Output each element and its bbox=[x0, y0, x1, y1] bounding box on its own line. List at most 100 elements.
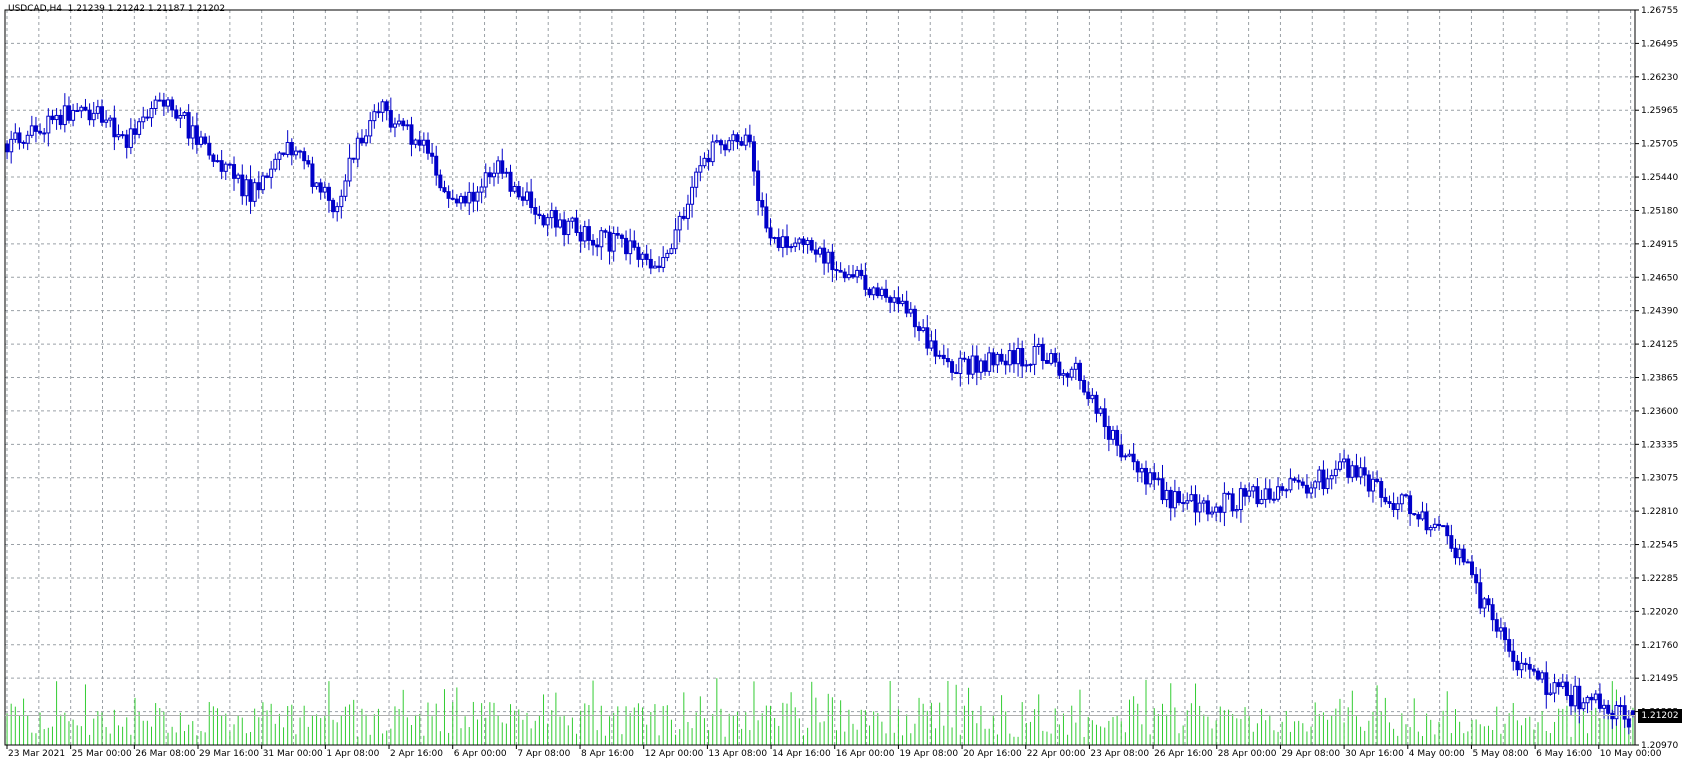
x-tick-label: 14 Apr 16:00 bbox=[772, 749, 831, 759]
candle-body bbox=[1470, 561, 1474, 576]
candle-body bbox=[937, 354, 942, 357]
candle-body bbox=[1267, 488, 1272, 500]
candle-body bbox=[1263, 488, 1268, 500]
candle-body bbox=[392, 123, 397, 128]
candle-body bbox=[1457, 548, 1462, 559]
candle-body bbox=[553, 210, 558, 228]
x-tick-label: 13 Apr 08:00 bbox=[708, 749, 767, 759]
candle-body bbox=[46, 115, 51, 134]
y-tick-label: 1.25440 bbox=[1641, 173, 1678, 183]
candle-body bbox=[1135, 461, 1140, 473]
candle-body bbox=[628, 240, 633, 255]
x-tick-label: 20 Apr 16:00 bbox=[963, 749, 1022, 759]
candle-body bbox=[549, 210, 554, 219]
candle-body bbox=[1011, 350, 1016, 365]
candle-body bbox=[190, 125, 195, 139]
candle-body bbox=[1094, 394, 1099, 414]
candle-body bbox=[1144, 467, 1148, 485]
candle-body bbox=[277, 152, 282, 160]
x-tick-label: 2 Apr 16:00 bbox=[390, 749, 443, 759]
candle-body bbox=[42, 132, 47, 135]
candle-body bbox=[1618, 704, 1623, 707]
candle-body bbox=[545, 217, 550, 226]
candle-body bbox=[256, 182, 261, 191]
current-price-label: 1.21202 bbox=[1638, 708, 1682, 723]
candle-body bbox=[1201, 500, 1206, 504]
candle-body bbox=[211, 154, 216, 162]
candle-body bbox=[1548, 692, 1553, 695]
candle-body bbox=[1028, 363, 1033, 366]
candle-body bbox=[1139, 467, 1144, 473]
candle-body bbox=[281, 152, 286, 155]
y-tick-label: 1.26755 bbox=[1641, 6, 1678, 16]
candle-body bbox=[1271, 498, 1276, 501]
x-tick-label: 19 Apr 08:00 bbox=[899, 749, 958, 759]
candle-body bbox=[58, 114, 63, 126]
candle-body bbox=[751, 141, 756, 172]
candle-body bbox=[813, 249, 818, 255]
candle-body bbox=[714, 140, 719, 143]
candle-body bbox=[941, 354, 946, 360]
candle-body bbox=[900, 300, 905, 305]
candle-body bbox=[248, 179, 253, 202]
candle-body bbox=[640, 253, 645, 260]
candle-body bbox=[1449, 535, 1454, 549]
candle-body bbox=[1024, 364, 1029, 367]
x-tick-label: 12 Apr 00:00 bbox=[645, 749, 704, 759]
candle-body bbox=[1540, 672, 1545, 680]
candle-body bbox=[137, 121, 142, 135]
candle-body bbox=[1593, 693, 1598, 701]
candle-body bbox=[1465, 561, 1470, 564]
candle-body bbox=[17, 132, 22, 143]
candle-body bbox=[838, 269, 843, 273]
candlestick-chart[interactable]: 1.26755 1.26495 1.26230 1.25965 1.25705 1.254… bbox=[0, 0, 1684, 760]
candle-body bbox=[364, 135, 369, 144]
candle-body bbox=[867, 288, 872, 296]
candle-body bbox=[603, 230, 608, 233]
candle-body bbox=[1606, 704, 1611, 714]
candle-body bbox=[1115, 429, 1120, 446]
candle-body bbox=[1412, 513, 1417, 516]
candle-body bbox=[537, 213, 542, 217]
x-tick-label: 23 Apr 08:00 bbox=[1090, 749, 1149, 759]
candle-body bbox=[718, 140, 723, 146]
candle-body bbox=[1441, 525, 1446, 528]
grid-lines bbox=[5, 9, 1635, 746]
candle-body bbox=[1337, 461, 1342, 470]
candle-body bbox=[141, 116, 146, 123]
x-tick-label: 26 Apr 16:00 bbox=[1154, 749, 1213, 759]
candle-body bbox=[921, 327, 926, 332]
candle-body bbox=[1309, 487, 1314, 494]
chart-window[interactable]: 1.26755 1.26495 1.26230 1.25965 1.25705 1.254… bbox=[0, 0, 1684, 760]
x-tick-label: 23 Mar 2021 bbox=[8, 749, 65, 759]
y-tick-label: 1.22020 bbox=[1641, 607, 1678, 617]
candle-body bbox=[95, 106, 100, 114]
candle-body bbox=[1230, 493, 1235, 512]
candle-body bbox=[541, 215, 546, 226]
candle-body bbox=[1234, 509, 1239, 512]
candle-body bbox=[846, 274, 851, 279]
candle-body bbox=[120, 134, 125, 137]
x-tick-label: 1 Apr 08:00 bbox=[326, 749, 379, 759]
candle-body bbox=[1238, 488, 1243, 511]
x-tick-label: 16 Apr 00:00 bbox=[836, 749, 895, 759]
candle-body bbox=[21, 141, 26, 144]
x-tick-label: 8 Apr 16:00 bbox=[581, 749, 634, 759]
x-tick-label: 26 Mar 08:00 bbox=[135, 749, 195, 759]
candle-body bbox=[1007, 350, 1012, 366]
candle-body bbox=[648, 258, 653, 269]
candle-body bbox=[1197, 502, 1202, 513]
candle-body bbox=[223, 163, 228, 172]
candle-body bbox=[875, 287, 880, 297]
candle-body bbox=[149, 108, 154, 119]
candle-body bbox=[1259, 498, 1264, 505]
candle-body bbox=[962, 357, 967, 360]
candle-body bbox=[669, 248, 674, 254]
candle-body bbox=[438, 174, 443, 189]
candle-body bbox=[574, 217, 579, 234]
candle-body bbox=[801, 238, 806, 246]
candle-body bbox=[479, 186, 484, 193]
candle-body bbox=[1424, 511, 1429, 531]
candle-body bbox=[611, 233, 616, 252]
volume-bars bbox=[6, 678, 1634, 745]
